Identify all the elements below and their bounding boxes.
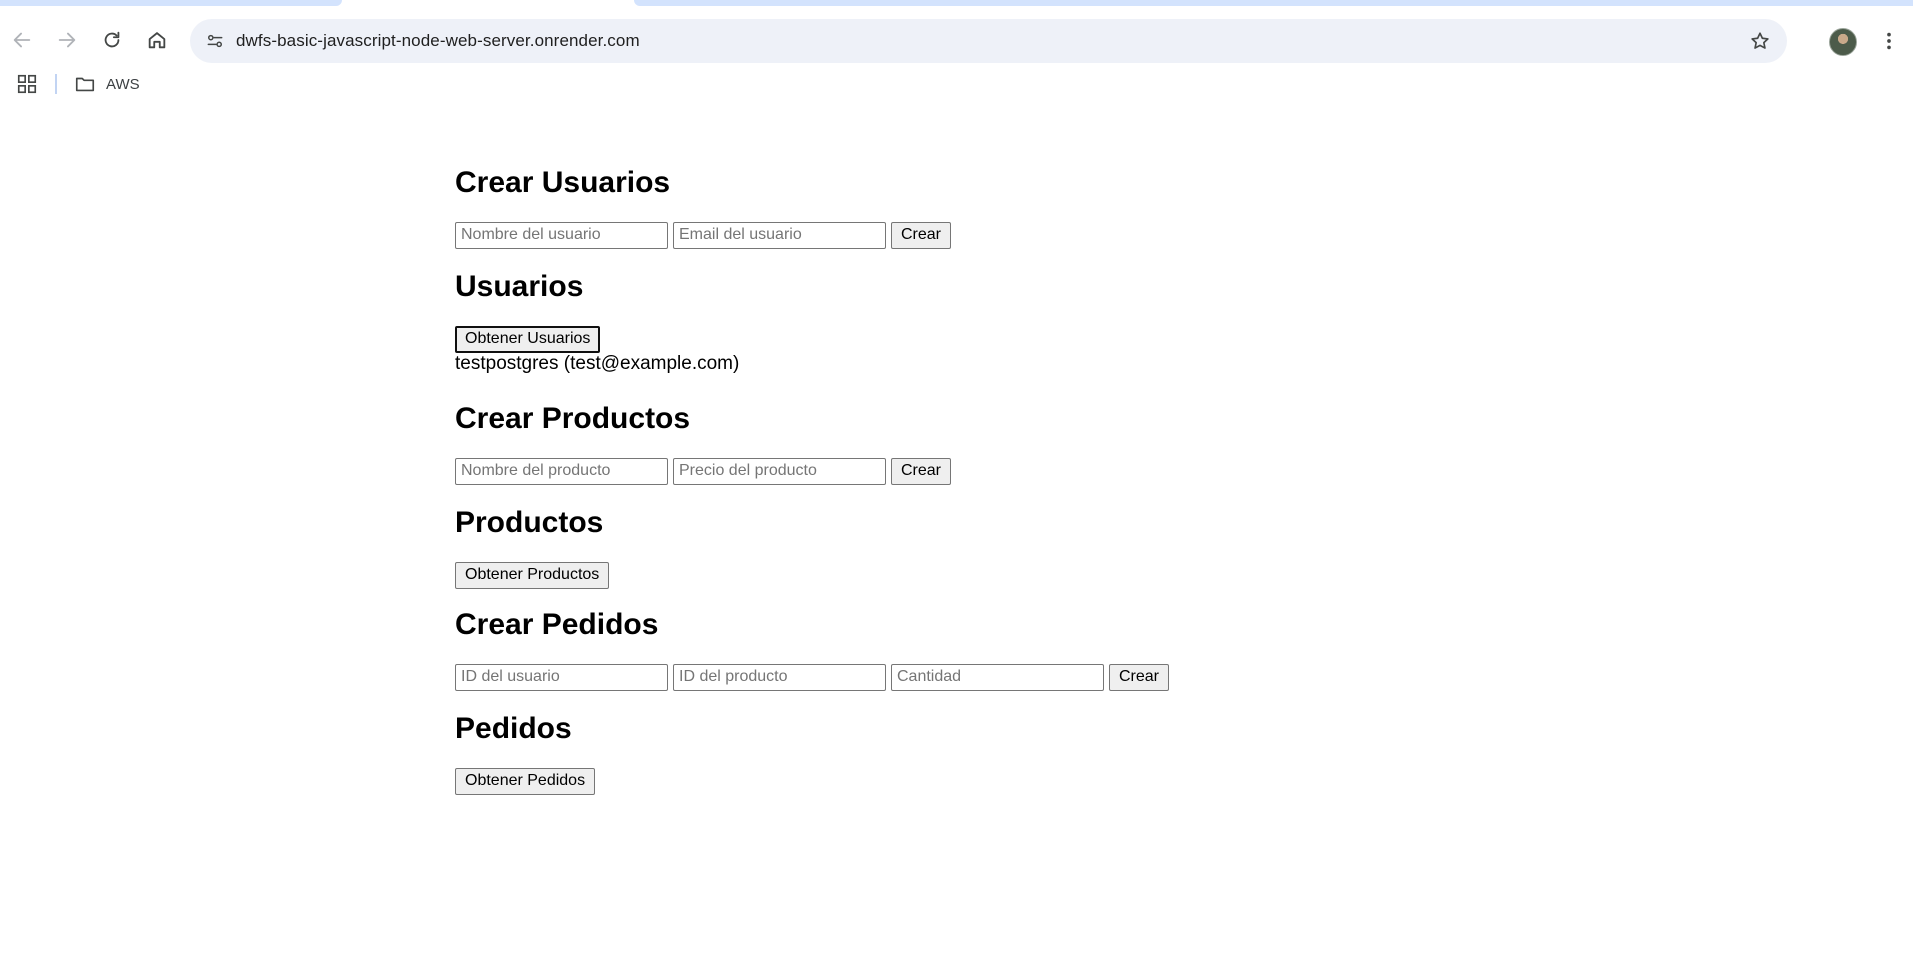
create-products-form: Crear [455,457,1355,485]
user-email-input[interactable] [673,221,886,249]
tune-icon [207,34,223,48]
browser-toolbar: dwfs-basic-javascript-node-web-server.on… [0,6,1913,66]
browser-menu-button[interactable] [1874,26,1904,56]
apps-button[interactable] [14,71,40,97]
forward-button[interactable] [47,20,87,60]
create-product-button[interactable]: Crear [891,457,952,485]
users-heading: Usuarios [455,270,584,303]
page-content: Crear Usuarios Crear Usuarios Obtener Us… [455,100,1355,795]
star-icon [1751,32,1769,49]
bookmark-folder-aws[interactable]: AWS [74,70,140,98]
get-orders-button[interactable]: Obtener Pedidos [455,767,596,795]
arrow-right-icon [58,32,76,48]
users-list-item: testpostgres (test@example.com) [455,353,740,374]
user-name-input[interactable] [455,221,668,249]
create-user-button[interactable]: Crear [891,221,952,249]
get-products-button[interactable]: Obtener Productos [455,561,610,589]
home-button[interactable] [137,20,177,60]
users-actions: Obtener Usuarios [455,325,1355,353]
profile-avatar[interactable] [1829,28,1857,56]
home-icon [148,32,166,49]
create-products-heading: Crear Productos [455,402,691,435]
order-user-id-input[interactable] [455,663,668,691]
site-info-button[interactable] [202,28,228,54]
reload-button[interactable] [92,20,132,60]
create-orders-form: Crear [455,663,1355,691]
folder-icon [75,77,95,92]
create-order-button[interactable]: Crear [1109,663,1170,691]
bookmarks-separator [55,74,57,94]
create-orders-heading: Crear Pedidos [455,608,659,641]
product-name-input[interactable] [455,457,668,485]
order-product-id-input[interactable] [673,663,886,691]
order-quantity-input[interactable] [891,663,1104,691]
orders-actions: Obtener Pedidos [455,767,1355,795]
apps-grid-icon [17,74,37,94]
orders-heading: Pedidos [455,712,572,745]
create-users-heading: Crear Usuarios [455,166,671,199]
products-heading: Productos [455,506,604,539]
reload-icon [104,31,120,48]
bookmark-star-button[interactable] [1747,28,1773,54]
product-price-input[interactable] [673,457,886,485]
bookmarks-bar: AWS [0,66,1913,100]
arrow-left-icon [13,32,31,48]
create-users-form: Crear [455,221,1355,249]
bookmark-folder-label: AWS [106,75,140,93]
address-bar[interactable]: dwfs-basic-javascript-node-web-server.on… [190,19,1787,63]
more-vertical-icon [1887,32,1891,50]
get-users-button[interactable]: Obtener Usuarios [455,325,601,353]
back-button[interactable] [2,20,42,60]
products-actions: Obtener Productos [455,561,1355,589]
url-text[interactable]: dwfs-basic-javascript-node-web-server.on… [236,31,640,51]
